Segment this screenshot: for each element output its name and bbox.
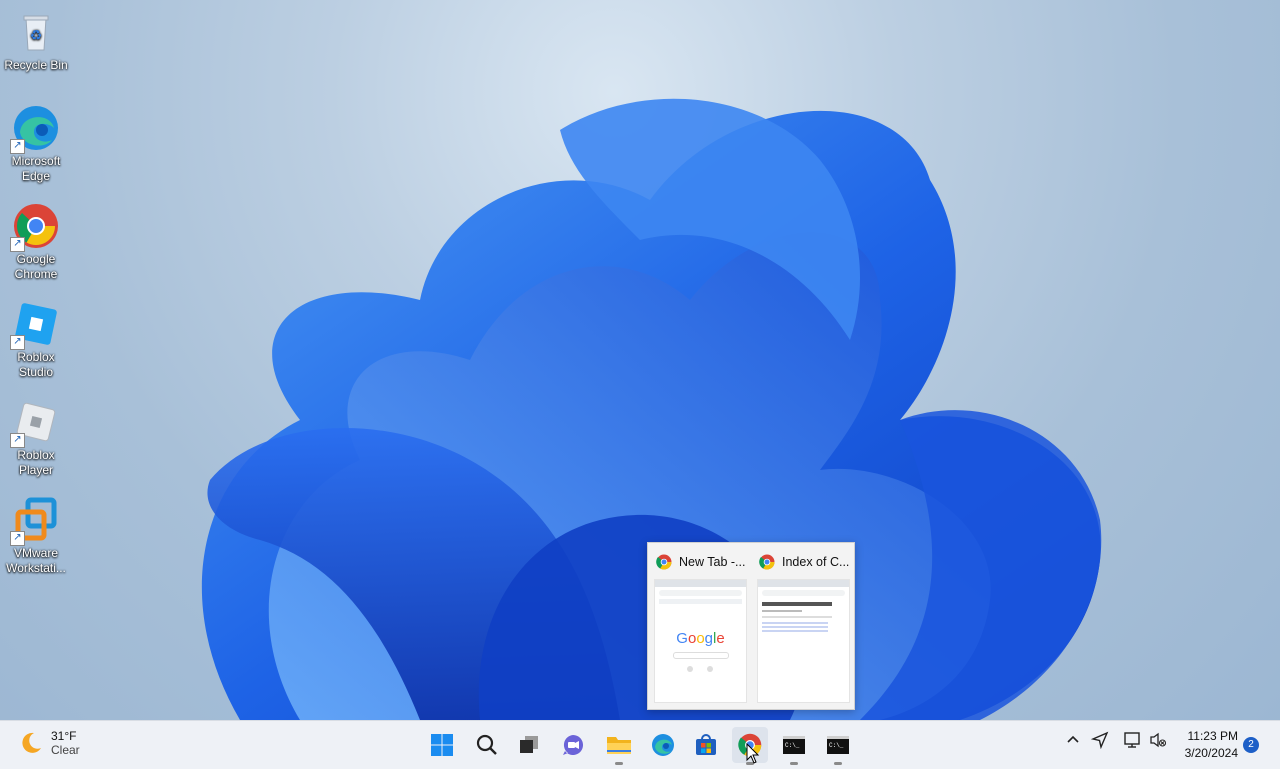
desktop-icon-label: VMware	[13, 546, 58, 560]
network-disconnected-icon	[1124, 732, 1140, 748]
desktop-icon-recycle-bin[interactable]: ♻ Recycle Bin	[2, 8, 70, 73]
thumbnail-preview: Google	[654, 579, 747, 703]
thumbnail-preview	[757, 579, 850, 703]
shortcut-arrow-icon: ↗	[10, 237, 25, 252]
weather-temperature: 31°F	[51, 729, 77, 743]
desktop-icon-label: Recycle Bin	[4, 58, 68, 72]
desktop-icon-label: Player	[18, 463, 53, 477]
windows-logo-icon	[431, 734, 453, 756]
thumbnail-index-of[interactable]: Index of C...	[751, 543, 854, 709]
shortcut-arrow-icon: ↗	[10, 139, 25, 154]
clock[interactable]: 11:23 PM 3/20/2024	[1185, 728, 1238, 762]
running-indicator	[615, 762, 623, 765]
shortcut-arrow-icon: ↗	[10, 335, 25, 350]
chat-icon	[563, 735, 583, 755]
desktop-icon-label: Edge	[21, 169, 51, 183]
edge-button[interactable]	[645, 727, 681, 763]
desktop-icon-roblox-player[interactable]: ↗ Roblox Player	[2, 398, 70, 478]
desktop-icon-microsoft-edge[interactable]: ↗ Microsoft Edge	[2, 104, 70, 184]
volume-button[interactable]	[1149, 731, 1167, 754]
weather-widget[interactable]: 31°F Clear	[18, 729, 80, 757]
svg-text:C:\_: C:\_	[829, 742, 844, 749]
file-explorer-button[interactable]	[601, 727, 637, 765]
volume-muted-icon	[1150, 732, 1167, 748]
thumbnail-title: Index of C...	[782, 555, 850, 569]
edge-icon: ↗	[10, 104, 60, 154]
thumbnail-title: New Tab -...	[679, 555, 746, 569]
chrome-thumbnail-popup: New Tab -... Google Index of C...	[647, 542, 855, 710]
notification-badge[interactable]: 2	[1243, 737, 1259, 753]
desktop-icon-vmware-workstation[interactable]: ↗ VMware Workstati...	[2, 496, 70, 576]
recycle-bin-icon: ♻	[12, 8, 60, 56]
location-button[interactable]	[1090, 731, 1109, 754]
desktop-icon-label: Roblox	[17, 448, 55, 462]
clock-date: 3/20/2024	[1184, 746, 1238, 760]
clock-time: 11:23 PM	[1187, 729, 1238, 743]
desktop-icon-label: Microsoft	[11, 154, 61, 168]
moon-icon	[22, 732, 41, 753]
svg-text:C:\_: C:\_	[785, 742, 800, 749]
running-indicator	[790, 762, 798, 765]
chrome-icon	[759, 554, 775, 570]
task-view-icon	[520, 736, 538, 753]
running-indicator	[834, 762, 842, 765]
roblox-studio-icon: ↗	[10, 300, 60, 350]
chrome-icon	[656, 554, 672, 570]
desktop-icon-label: Workstati...	[6, 561, 66, 575]
shortcut-arrow-icon: ↗	[10, 531, 25, 546]
mouse-cursor-icon	[746, 743, 760, 764]
network-button[interactable]	[1123, 731, 1143, 754]
chevron-up-icon	[1067, 735, 1079, 743]
terminal-button-1[interactable]: C:\_	[776, 727, 812, 765]
desktop-icon-label: Studio	[18, 365, 54, 379]
weather-condition: Clear	[51, 743, 80, 757]
start-button[interactable]	[424, 727, 460, 763]
shortcut-arrow-icon: ↗	[10, 433, 25, 448]
task-view-button[interactable]	[511, 727, 547, 763]
taskbar: 31°F Clear C:\_ C:\_ 11:23 PM 3/20/2024 …	[0, 720, 1280, 769]
teams-chat-button[interactable]	[555, 727, 591, 763]
desktop-icon-roblox-studio[interactable]: ↗ Roblox Studio	[2, 300, 70, 380]
command-prompt-icon: C:\_	[783, 736, 805, 754]
google-logo: Google	[676, 630, 725, 647]
folder-icon	[607, 737, 631, 754]
desktop-icon-google-chrome[interactable]: ↗ Google Chrome	[2, 202, 70, 282]
show-hidden-icons-button[interactable]	[1064, 731, 1082, 754]
vmware-icon: ↗	[10, 496, 60, 546]
thumbnail-new-tab[interactable]: New Tab -... Google	[648, 543, 751, 709]
chrome-icon: ↗	[10, 202, 60, 252]
store-icon	[696, 734, 716, 755]
edge-icon	[652, 734, 674, 756]
desktop-icon-label: Google	[16, 252, 56, 266]
desktop-wallpaper	[201, 98, 1102, 720]
microsoft-store-button[interactable]	[688, 727, 724, 763]
location-arrow-icon	[1090, 731, 1109, 750]
terminal-button-2[interactable]: C:\_	[820, 727, 856, 765]
search-button[interactable]	[469, 727, 505, 763]
desktop-icon-label: Roblox	[17, 350, 55, 364]
desktop-icon-label: Chrome	[14, 267, 58, 281]
command-prompt-icon: C:\_	[827, 736, 849, 754]
roblox-player-icon: ↗	[10, 398, 60, 448]
search-icon	[476, 734, 497, 755]
svg-text:♻: ♻	[30, 27, 43, 43]
